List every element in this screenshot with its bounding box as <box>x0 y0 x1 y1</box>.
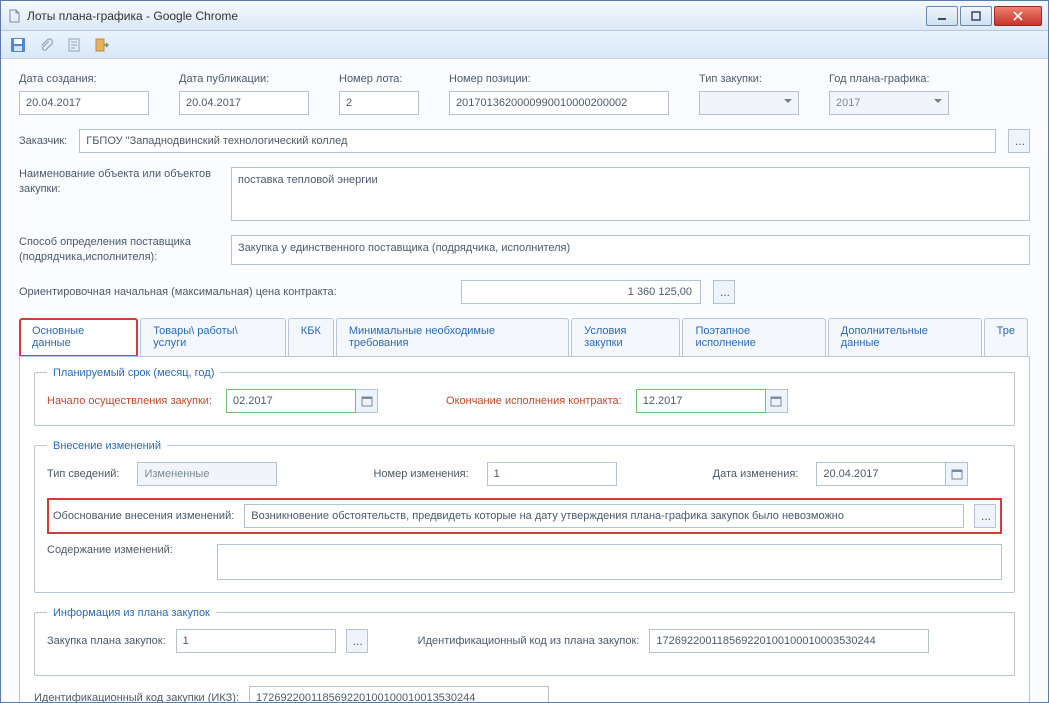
ident-plan-label: Идентификационный код из плана закупок: <box>418 635 640 647</box>
end-date-field[interactable] <box>636 389 766 413</box>
tab-staged[interactable]: Поэтапное исполнение <box>682 318 825 356</box>
tab-bar: Основные данные Товары\ работы\ услуги К… <box>19 318 1030 357</box>
window-title: Лоты плана-графика - Google Chrome <box>27 9 238 23</box>
ikz-field[interactable] <box>249 686 549 702</box>
calendar-icon[interactable] <box>766 389 788 413</box>
price-lookup-button[interactable]: ... <box>713 280 735 304</box>
tab-conditions[interactable]: Условия закупки <box>571 318 680 356</box>
changes-fieldset: Внесение изменений Тип сведений: Номер и… <box>34 440 1015 593</box>
position-number-label: Номер позиции: <box>449 73 669 85</box>
changes-legend: Внесение изменений <box>47 440 167 452</box>
close-button[interactable] <box>994 6 1042 26</box>
tab-additional[interactable]: Дополнительные данные <box>828 318 982 356</box>
page-icon <box>7 9 21 23</box>
plan-purchase-field[interactable] <box>176 629 336 653</box>
object-textarea[interactable]: поставка тепловой энергии <box>231 167 1030 221</box>
justification-lookup-button[interactable]: ... <box>974 504 996 528</box>
justification-label: Обоснование внесения изменений: <box>53 510 234 522</box>
ikz-label: Идентификационный код закупки (ИКЗ): <box>34 692 239 702</box>
calendar-icon[interactable] <box>946 462 968 486</box>
method-label: Способ определения поставщика (подрядчик… <box>19 235 219 266</box>
position-number-field[interactable] <box>449 91 669 115</box>
method-textarea[interactable]: Закупка у единственного поставщика (подр… <box>231 235 1030 265</box>
plan-purchase-label: Закупка плана закупок: <box>47 635 166 647</box>
change-date-field[interactable] <box>816 462 946 486</box>
plan-purchase-lookup-button[interactable]: ... <box>346 629 368 653</box>
exit-icon[interactable] <box>93 36 111 54</box>
plan-info-legend: Информация из плана закупок <box>47 607 216 619</box>
creation-date-label: Дата создания: <box>19 73 149 85</box>
attachment-icon[interactable] <box>37 36 55 54</box>
tab-kbk[interactable]: КБК <box>288 318 334 356</box>
customer-lookup-button[interactable]: ... <box>1008 129 1030 153</box>
object-label: Наименование объекта или объектов закупк… <box>19 167 219 198</box>
content-area: Дата создания: Дата публикации: Номер ло… <box>1 59 1048 702</box>
tab-basic-data[interactable]: Основные данные <box>19 318 138 356</box>
save-button[interactable] <box>9 36 27 54</box>
change-content-label: Содержание изменений: <box>47 544 207 556</box>
tab-panel: Планируемый срок (месяц, год) Начало осу… <box>19 357 1030 702</box>
price-field[interactable] <box>461 280 701 304</box>
start-date-label: Начало осуществления закупки: <box>47 395 212 407</box>
justification-row: Обоснование внесения изменений: ... <box>47 498 1002 534</box>
year-select[interactable]: 2017 <box>829 91 949 115</box>
publication-date-label: Дата публикации: <box>179 73 309 85</box>
purchase-type-select[interactable] <box>699 91 799 115</box>
tab-goods[interactable]: Товары\ работы\ услуги <box>140 318 286 356</box>
plan-info-fieldset: Информация из плана закупок Закупка план… <box>34 607 1015 676</box>
change-number-label: Номер изменения: <box>373 468 468 480</box>
planned-period-legend: Планируемый срок (месяц, год) <box>47 367 220 379</box>
customer-field[interactable] <box>79 129 996 153</box>
creation-date-field[interactable] <box>19 91 149 115</box>
document-icon[interactable] <box>65 36 83 54</box>
lot-number-field[interactable] <box>339 91 419 115</box>
change-number-field[interactable] <box>487 462 617 486</box>
tab-min-req[interactable]: Минимальные необходимые требования <box>336 318 569 356</box>
calendar-icon[interactable] <box>356 389 378 413</box>
start-date-field[interactable] <box>226 389 356 413</box>
year-label: Год плана-графика: <box>829 73 949 85</box>
lot-number-label: Номер лота: <box>339 73 419 85</box>
app-window: Лоты плана-графика - Google Chrome Дата … <box>0 0 1049 703</box>
justification-field[interactable] <box>244 504 964 528</box>
change-date-label: Дата изменения: <box>713 468 799 480</box>
change-type-label: Тип сведений: <box>47 468 119 480</box>
publication-date-field[interactable] <box>179 91 309 115</box>
change-type-field <box>137 462 277 486</box>
customer-label: Заказчик: <box>19 135 67 147</box>
change-content-textarea[interactable] <box>217 544 1002 580</box>
titlebar: Лоты плана-графика - Google Chrome <box>1 1 1048 31</box>
minimize-button[interactable] <box>926 6 958 26</box>
planned-period-fieldset: Планируемый срок (месяц, год) Начало осу… <box>34 367 1015 426</box>
price-label: Ориентировочная начальная (максимальная)… <box>19 286 449 298</box>
purchase-type-label: Тип закупки: <box>699 73 799 85</box>
maximize-button[interactable] <box>960 6 992 26</box>
toolbar <box>1 31 1048 59</box>
ident-plan-field[interactable] <box>649 629 929 653</box>
end-date-label: Окончание исполнения контракта: <box>446 395 622 407</box>
tab-more[interactable]: Тре <box>984 318 1028 356</box>
